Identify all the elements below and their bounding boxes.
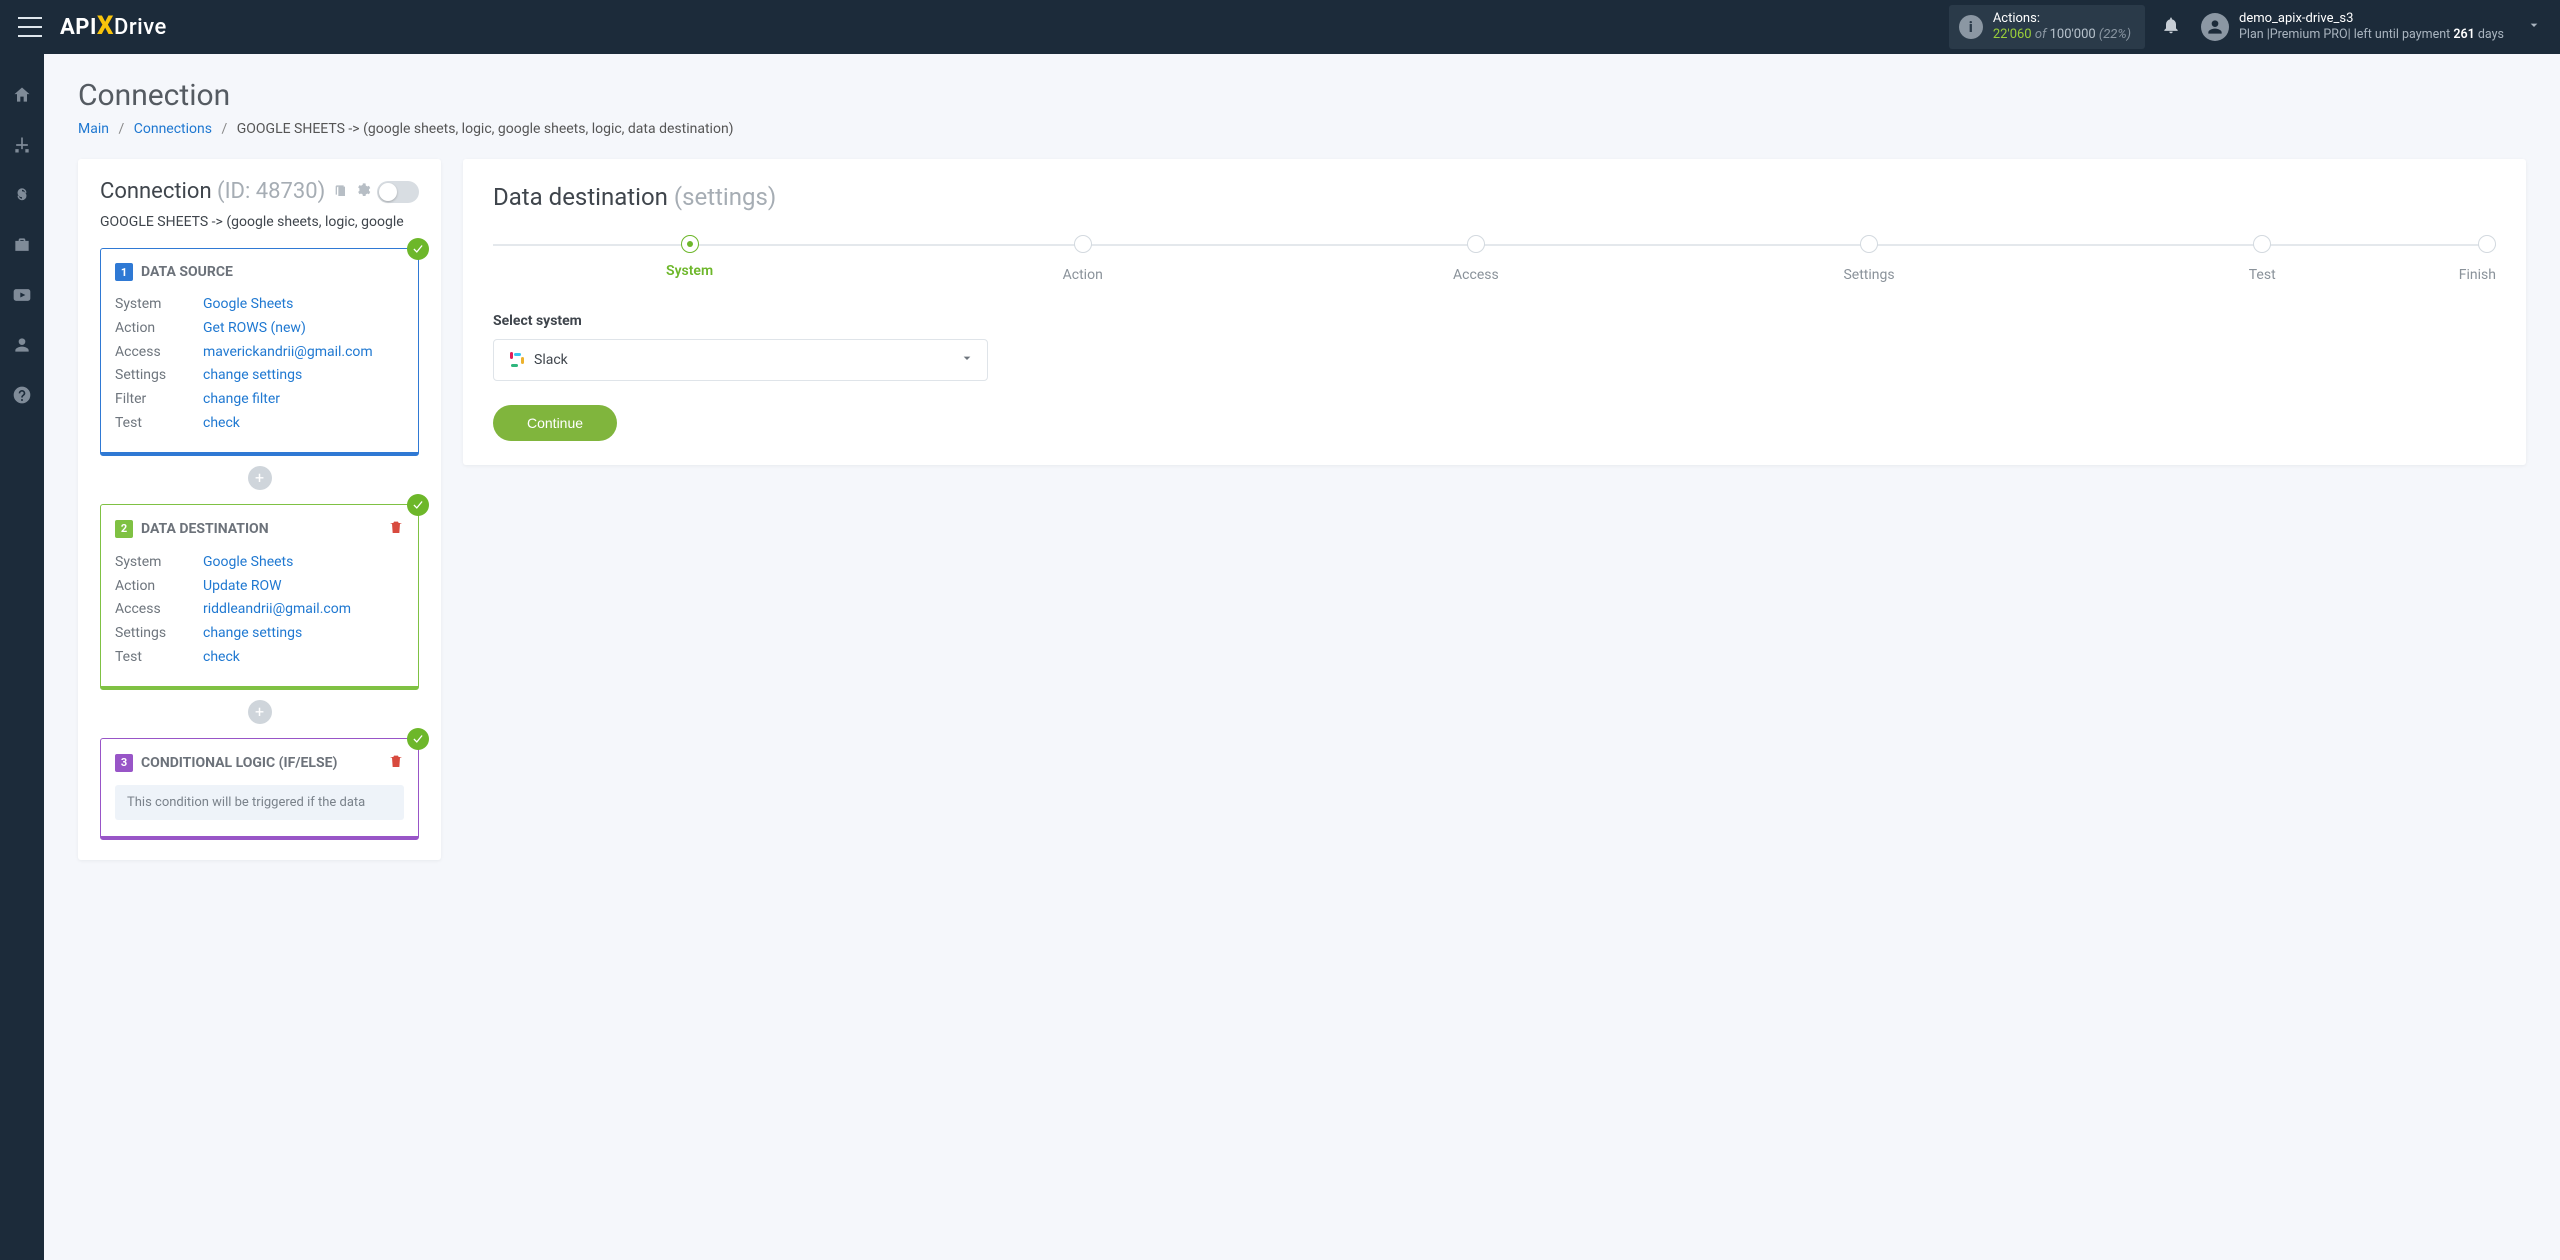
logo-x: X xyxy=(97,11,114,41)
connection-path: GOOGLE SHEETS -> (google sheets, logic, … xyxy=(100,214,419,230)
dollar-icon[interactable] xyxy=(11,184,33,206)
bell-icon[interactable] xyxy=(2161,15,2183,39)
leftnav xyxy=(0,54,44,1260)
ds-access[interactable]: maverickandrii@gmail.com xyxy=(203,341,373,365)
ds-filter[interactable]: change filter xyxy=(203,388,280,412)
card-title: DATA DESTINATION xyxy=(141,521,269,537)
actions-total: 100'000 xyxy=(2050,27,2096,42)
page-title: Connection xyxy=(78,78,2526,113)
breadcrumb: Main / Connections / GOOGLE SHEETS -> (g… xyxy=(78,121,2526,137)
chevron-down-icon xyxy=(2526,17,2542,37)
condition-note: This condition will be triggered if the … xyxy=(115,785,404,820)
step-settings[interactable]: Settings xyxy=(1672,235,2065,283)
delete-icon[interactable] xyxy=(388,753,404,773)
status-badge xyxy=(407,728,429,750)
logo-part1: API xyxy=(60,15,97,40)
connection-panel: Connection (ID: 48730) GOOGLE SHEETS -> … xyxy=(78,159,441,860)
user-info: demo_apix-drive_s3 Plan |Premium PRO| le… xyxy=(2239,11,2504,43)
logo[interactable]: APIXDrive xyxy=(60,12,167,42)
step-access[interactable]: Access xyxy=(1279,235,1672,283)
crumb-main[interactable]: Main xyxy=(78,121,109,137)
data-source-card[interactable]: 1DATA SOURCE SystemGoogle Sheets ActionG… xyxy=(100,248,419,456)
system-select[interactable]: Slack xyxy=(493,339,988,381)
topbar: APIXDrive i Actions: 22'060 of 100'000 (… xyxy=(0,0,2560,54)
step-action[interactable]: Action xyxy=(886,235,1279,283)
conditional-logic-card[interactable]: 3 CONDITIONAL LOGIC (IF/ELSE) This condit… xyxy=(100,738,419,840)
main: Connection Main / Connections / GOOGLE S… xyxy=(44,54,2560,1260)
card-number: 3 xyxy=(115,754,133,772)
continue-button[interactable]: Continue xyxy=(493,405,617,441)
add-step-button[interactable]: + xyxy=(248,466,272,490)
avatar-icon xyxy=(2201,13,2229,41)
connection-head-label: Connection xyxy=(100,179,217,204)
gear-icon[interactable] xyxy=(355,182,371,202)
info-icon: i xyxy=(1959,15,1983,39)
add-step-button[interactable]: + xyxy=(248,700,272,724)
status-badge xyxy=(407,238,429,260)
logo-part2: Drive xyxy=(114,15,167,40)
plan-suffix: days xyxy=(2475,27,2504,42)
stepper: System Action Access Settings Test Finis… xyxy=(493,235,2496,283)
slack-icon xyxy=(506,351,524,369)
enable-toggle[interactable] xyxy=(377,181,419,203)
youtube-icon[interactable] xyxy=(11,284,33,306)
sitemap-icon[interactable] xyxy=(11,134,33,156)
user-name: demo_apix-drive_s3 xyxy=(2239,11,2504,27)
dd-access[interactable]: riddleandrii@gmail.com xyxy=(203,598,351,622)
card-title: DATA SOURCE xyxy=(141,264,233,280)
actions-text: Actions: 22'060 of 100'000 (22%) xyxy=(1993,11,2131,44)
chevron-down-icon xyxy=(959,350,975,370)
panel-title: Data destination (settings) xyxy=(493,183,2496,211)
system-select-value: Slack xyxy=(534,352,959,368)
dd-system[interactable]: Google Sheets xyxy=(203,551,293,575)
ds-test[interactable]: check xyxy=(203,412,240,436)
step-system[interactable]: System xyxy=(493,235,886,279)
card-number: 1 xyxy=(115,263,133,281)
connection-id: (ID: 48730) xyxy=(217,179,325,204)
ds-settings[interactable]: change settings xyxy=(203,364,302,388)
ds-system[interactable]: Google Sheets xyxy=(203,293,293,317)
card-number: 2 xyxy=(115,520,133,538)
select-system-label: Select system xyxy=(493,313,2496,329)
data-destination-card[interactable]: 2DATA DESTINATION SystemGoogle Sheets Ac… xyxy=(100,504,419,690)
step-test[interactable]: Test xyxy=(2066,235,2459,283)
user-menu[interactable]: demo_apix-drive_s3 Plan |Premium PRO| le… xyxy=(2201,11,2542,43)
crumb-current: GOOGLE SHEETS -> (google sheets, logic, … xyxy=(237,121,734,137)
actions-pct: (22%) xyxy=(2096,27,2131,42)
connection-header: Connection (ID: 48730) xyxy=(100,179,419,204)
user-icon[interactable] xyxy=(11,334,33,356)
step-finish[interactable]: Finish xyxy=(2459,235,2496,283)
dd-test[interactable]: check xyxy=(203,646,240,670)
plan-days: 261 xyxy=(2453,27,2474,42)
actions-box[interactable]: i Actions: 22'060 of 100'000 (22%) xyxy=(1949,5,2145,50)
settings-panel: Data destination (settings) System Actio… xyxy=(463,159,2526,465)
dd-settings[interactable]: change settings xyxy=(203,622,302,646)
briefcase-icon[interactable] xyxy=(11,234,33,256)
help-icon[interactable] xyxy=(11,384,33,406)
ds-action[interactable]: Get ROWS (new) xyxy=(203,317,306,341)
crumb-connections[interactable]: Connections xyxy=(134,121,212,137)
actions-of: of xyxy=(2032,27,2050,42)
copy-icon[interactable] xyxy=(333,182,349,202)
actions-label: Actions: xyxy=(1993,11,2131,27)
actions-count: 22'060 xyxy=(1993,27,2032,42)
dd-action[interactable]: Update ROW xyxy=(203,575,282,599)
delete-icon[interactable] xyxy=(388,519,404,539)
card-title: CONDITIONAL LOGIC (IF/ELSE) xyxy=(141,755,337,771)
home-icon[interactable] xyxy=(11,84,33,106)
plan-prefix: Plan |Premium PRO| left until payment xyxy=(2239,27,2453,42)
menu-toggle[interactable] xyxy=(18,17,42,37)
status-badge xyxy=(407,494,429,516)
